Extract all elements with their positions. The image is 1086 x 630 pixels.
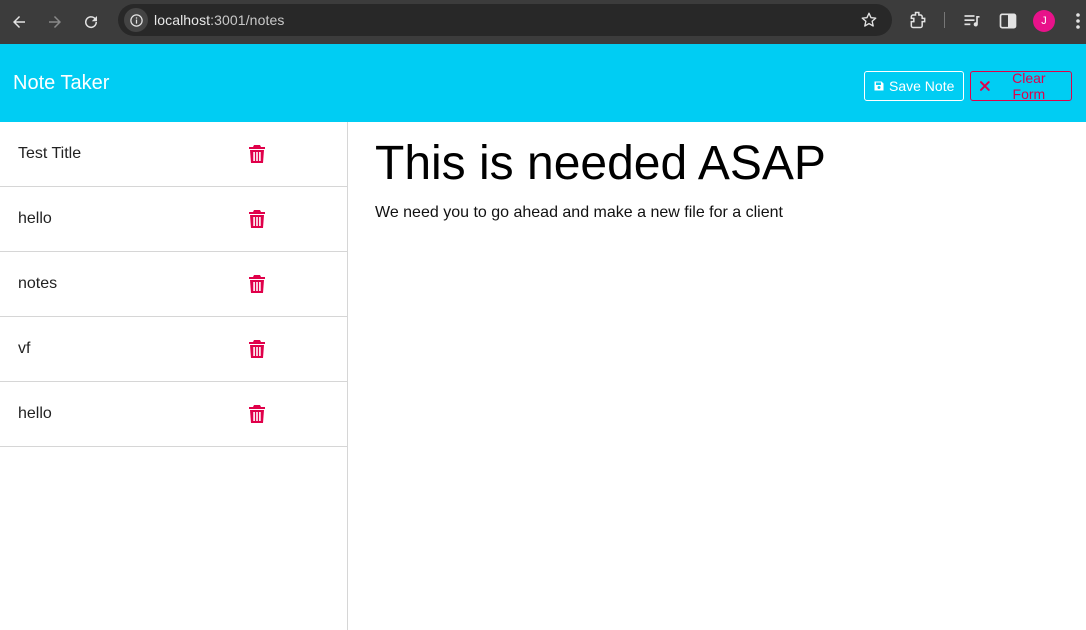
more-menu-icon[interactable]	[1073, 11, 1083, 31]
note-title: hello	[18, 210, 52, 227]
profile-avatar[interactable]: J	[1033, 10, 1055, 32]
info-icon	[129, 13, 143, 27]
browser-toolbar: localhost:3001/notes J	[0, 0, 1086, 44]
list-item[interactable]: notes	[0, 252, 347, 317]
media-control-icon[interactable]	[962, 11, 982, 31]
bookmark-star-icon[interactable]	[860, 11, 878, 29]
save-note-button[interactable]: Save Note	[864, 71, 964, 101]
note-title: vf	[18, 340, 31, 357]
toolbar-divider	[944, 12, 945, 28]
address-bar[interactable]: localhost:3001/notes	[118, 4, 892, 36]
note-editor: This is needed ASAP We need you to go ah…	[349, 122, 1086, 630]
arrow-left-icon	[13, 16, 25, 28]
note-title: Test Title	[18, 145, 82, 162]
reload-button[interactable]	[78, 9, 104, 35]
save-note-label: Save Note	[889, 78, 955, 94]
app-navbar: Note Taker Save Note Clear Form	[0, 44, 1086, 122]
list-item[interactable]: vf	[0, 317, 347, 382]
reload-icon	[85, 16, 98, 29]
url-host: localhost	[154, 12, 211, 28]
back-button[interactable]	[6, 9, 32, 35]
notes-list: Test Title hello notes vf hello	[0, 122, 348, 630]
extensions-icon[interactable]	[908, 10, 928, 30]
clear-form-button[interactable]: Clear Form	[970, 70, 1072, 102]
note-title: notes	[18, 275, 58, 292]
trash-icon[interactable]	[248, 339, 266, 359]
close-icon	[979, 81, 990, 91]
list-item[interactable]: hello	[0, 187, 347, 252]
trash-icon[interactable]	[248, 404, 266, 424]
side-panel-icon[interactable]	[998, 11, 1018, 31]
arrow-right-icon	[49, 16, 61, 28]
note-title-input[interactable]: This is needed ASAP	[375, 136, 826, 191]
trash-icon[interactable]	[248, 209, 266, 229]
list-item[interactable]: hello	[0, 382, 347, 447]
trash-icon[interactable]	[248, 274, 266, 294]
note-text-area[interactable]: We need you to go ahead and make a new f…	[375, 204, 783, 222]
forward-button[interactable]	[42, 9, 68, 35]
list-item[interactable]: Test Title	[0, 122, 347, 187]
save-icon	[874, 81, 884, 91]
site-info-button[interactable]	[124, 8, 148, 32]
note-title: hello	[18, 405, 52, 422]
url-path: :3001/notes	[210, 12, 285, 28]
app-brand[interactable]: Note Taker	[13, 72, 109, 95]
clear-form-label: Clear Form	[1012, 70, 1046, 102]
trash-icon[interactable]	[248, 144, 266, 164]
url-text: localhost:3001/notes	[154, 12, 284, 28]
